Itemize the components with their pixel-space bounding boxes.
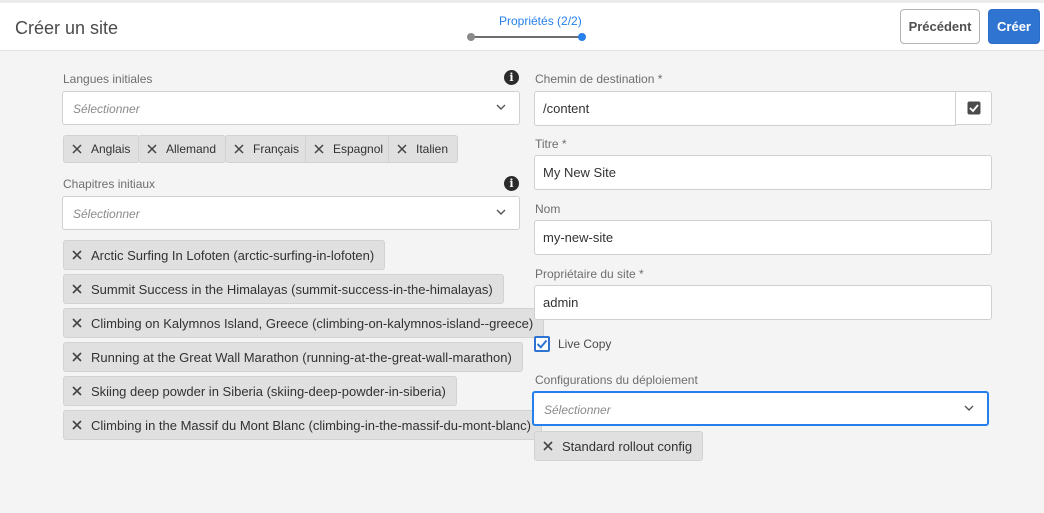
rollout-label: Configurations du déploiement (535, 373, 698, 387)
rollout-select-placeholder: Sélectionner (544, 403, 611, 417)
languages-select[interactable]: Sélectionner (62, 91, 520, 125)
chapter-tag: Climbing in the Massif du Mont Blanc (cl… (63, 410, 542, 440)
header-bar: Créer un site Propriétés (2/2) Précédent… (0, 0, 1044, 51)
wizard-progress-line (471, 36, 583, 38)
tag-label: Standard rollout config (562, 438, 693, 454)
tag-label: Climbing in the Massif du Mont Blanc (cl… (91, 417, 531, 433)
language-tag-espagnol: Espagnol (305, 135, 394, 163)
chapter-tag: Skiing deep powder in Siberia (skiing-de… (63, 376, 457, 406)
tag-label: Running at the Great Wall Marathon (runn… (91, 349, 512, 365)
rollout-config-tag: Standard rollout config (534, 431, 704, 461)
path-browse-button[interactable] (955, 91, 992, 125)
language-tag-anglais: Anglais (63, 135, 141, 163)
languages-select-placeholder: Sélectionner (73, 102, 140, 116)
name-label: Nom (535, 202, 561, 216)
live-copy-label[interactable]: Live Copy (558, 337, 611, 351)
owner-field[interactable]: admin (534, 285, 992, 320)
tag-label: Summit Success in the Himalayas (summit-… (91, 281, 493, 297)
wizard-step-2-dot[interactable] (578, 33, 586, 41)
tag-label: Climbing on Kalymnos Island, Greece (cli… (91, 315, 534, 331)
tag-label: Français (253, 142, 300, 156)
owner-value: admin (543, 295, 579, 310)
tag-label: Skiing deep powder in Siberia (skiing-de… (91, 383, 446, 399)
remove-icon[interactable] (72, 352, 82, 362)
page-title: Créer un site (15, 18, 119, 38)
chapter-tag: Summit Success in the Himalayas (summit-… (63, 274, 504, 304)
checkmark-icon (536, 339, 548, 349)
language-tag-allemand: Allemand (138, 135, 227, 163)
chevron-down-icon (496, 209, 506, 215)
chapters-label: Chapitres initiaux (63, 177, 156, 191)
chapter-tag: Arctic Surfing In Lofoten (arctic-surfin… (63, 240, 386, 270)
name-field[interactable]: my-new-site (534, 220, 992, 255)
remove-icon[interactable] (72, 284, 82, 294)
remove-icon[interactable] (72, 386, 82, 396)
title-label: Titre * (535, 137, 567, 151)
tag-label: Italien (416, 142, 449, 156)
wizard-step-label: Propriétés (2/2) (499, 14, 582, 28)
destination-label: Chemin de destination * (535, 72, 663, 86)
remove-icon[interactable] (72, 318, 82, 328)
chapters-select[interactable]: Sélectionner (62, 196, 520, 230)
remove-icon[interactable] (543, 441, 553, 451)
rollout-config-select[interactable]: Sélectionner (532, 391, 989, 426)
tag-label: Allemand (166, 142, 217, 156)
chevron-down-icon (964, 405, 974, 411)
previous-button[interactable]: Précédent (900, 9, 980, 44)
tag-label: Anglais (91, 142, 131, 156)
remove-icon[interactable] (147, 144, 157, 154)
remove-icon[interactable] (397, 144, 407, 154)
destination-path-value: /content (543, 101, 590, 116)
remove-icon[interactable] (72, 144, 82, 154)
languages-info-icon[interactable]: i (504, 70, 519, 85)
chapters-select-placeholder: Sélectionner (73, 207, 140, 221)
language-tag-francais: Français (225, 135, 310, 163)
destination-path-field[interactable]: /content (534, 91, 956, 126)
title-value: My New Site (543, 165, 616, 180)
languages-label: Langues initiales (63, 72, 153, 86)
owner-label: Propriétaire du site * (535, 267, 644, 281)
language-tag-italien: Italien (388, 135, 459, 163)
wizard-step-1-dot[interactable] (467, 33, 475, 41)
remove-icon[interactable] (234, 144, 244, 154)
chevron-down-icon (496, 104, 506, 110)
tag-label: Arctic Surfing In Lofoten (arctic-surfin… (91, 247, 375, 263)
chapter-tag: Climbing on Kalymnos Island, Greece (cli… (63, 308, 545, 338)
chapters-info-icon[interactable]: i (504, 176, 519, 191)
live-copy-checkbox[interactable] (534, 336, 550, 352)
name-value: my-new-site (543, 230, 614, 245)
create-button[interactable]: Créer (988, 9, 1040, 44)
title-field[interactable]: My New Site (534, 155, 992, 190)
chapter-tag: Running at the Great Wall Marathon (runn… (63, 342, 523, 372)
remove-icon[interactable] (72, 420, 82, 430)
tag-label: Espagnol (333, 142, 384, 156)
checkbox-checked-icon (967, 101, 980, 115)
remove-icon[interactable] (314, 144, 324, 154)
remove-icon[interactable] (72, 250, 82, 260)
